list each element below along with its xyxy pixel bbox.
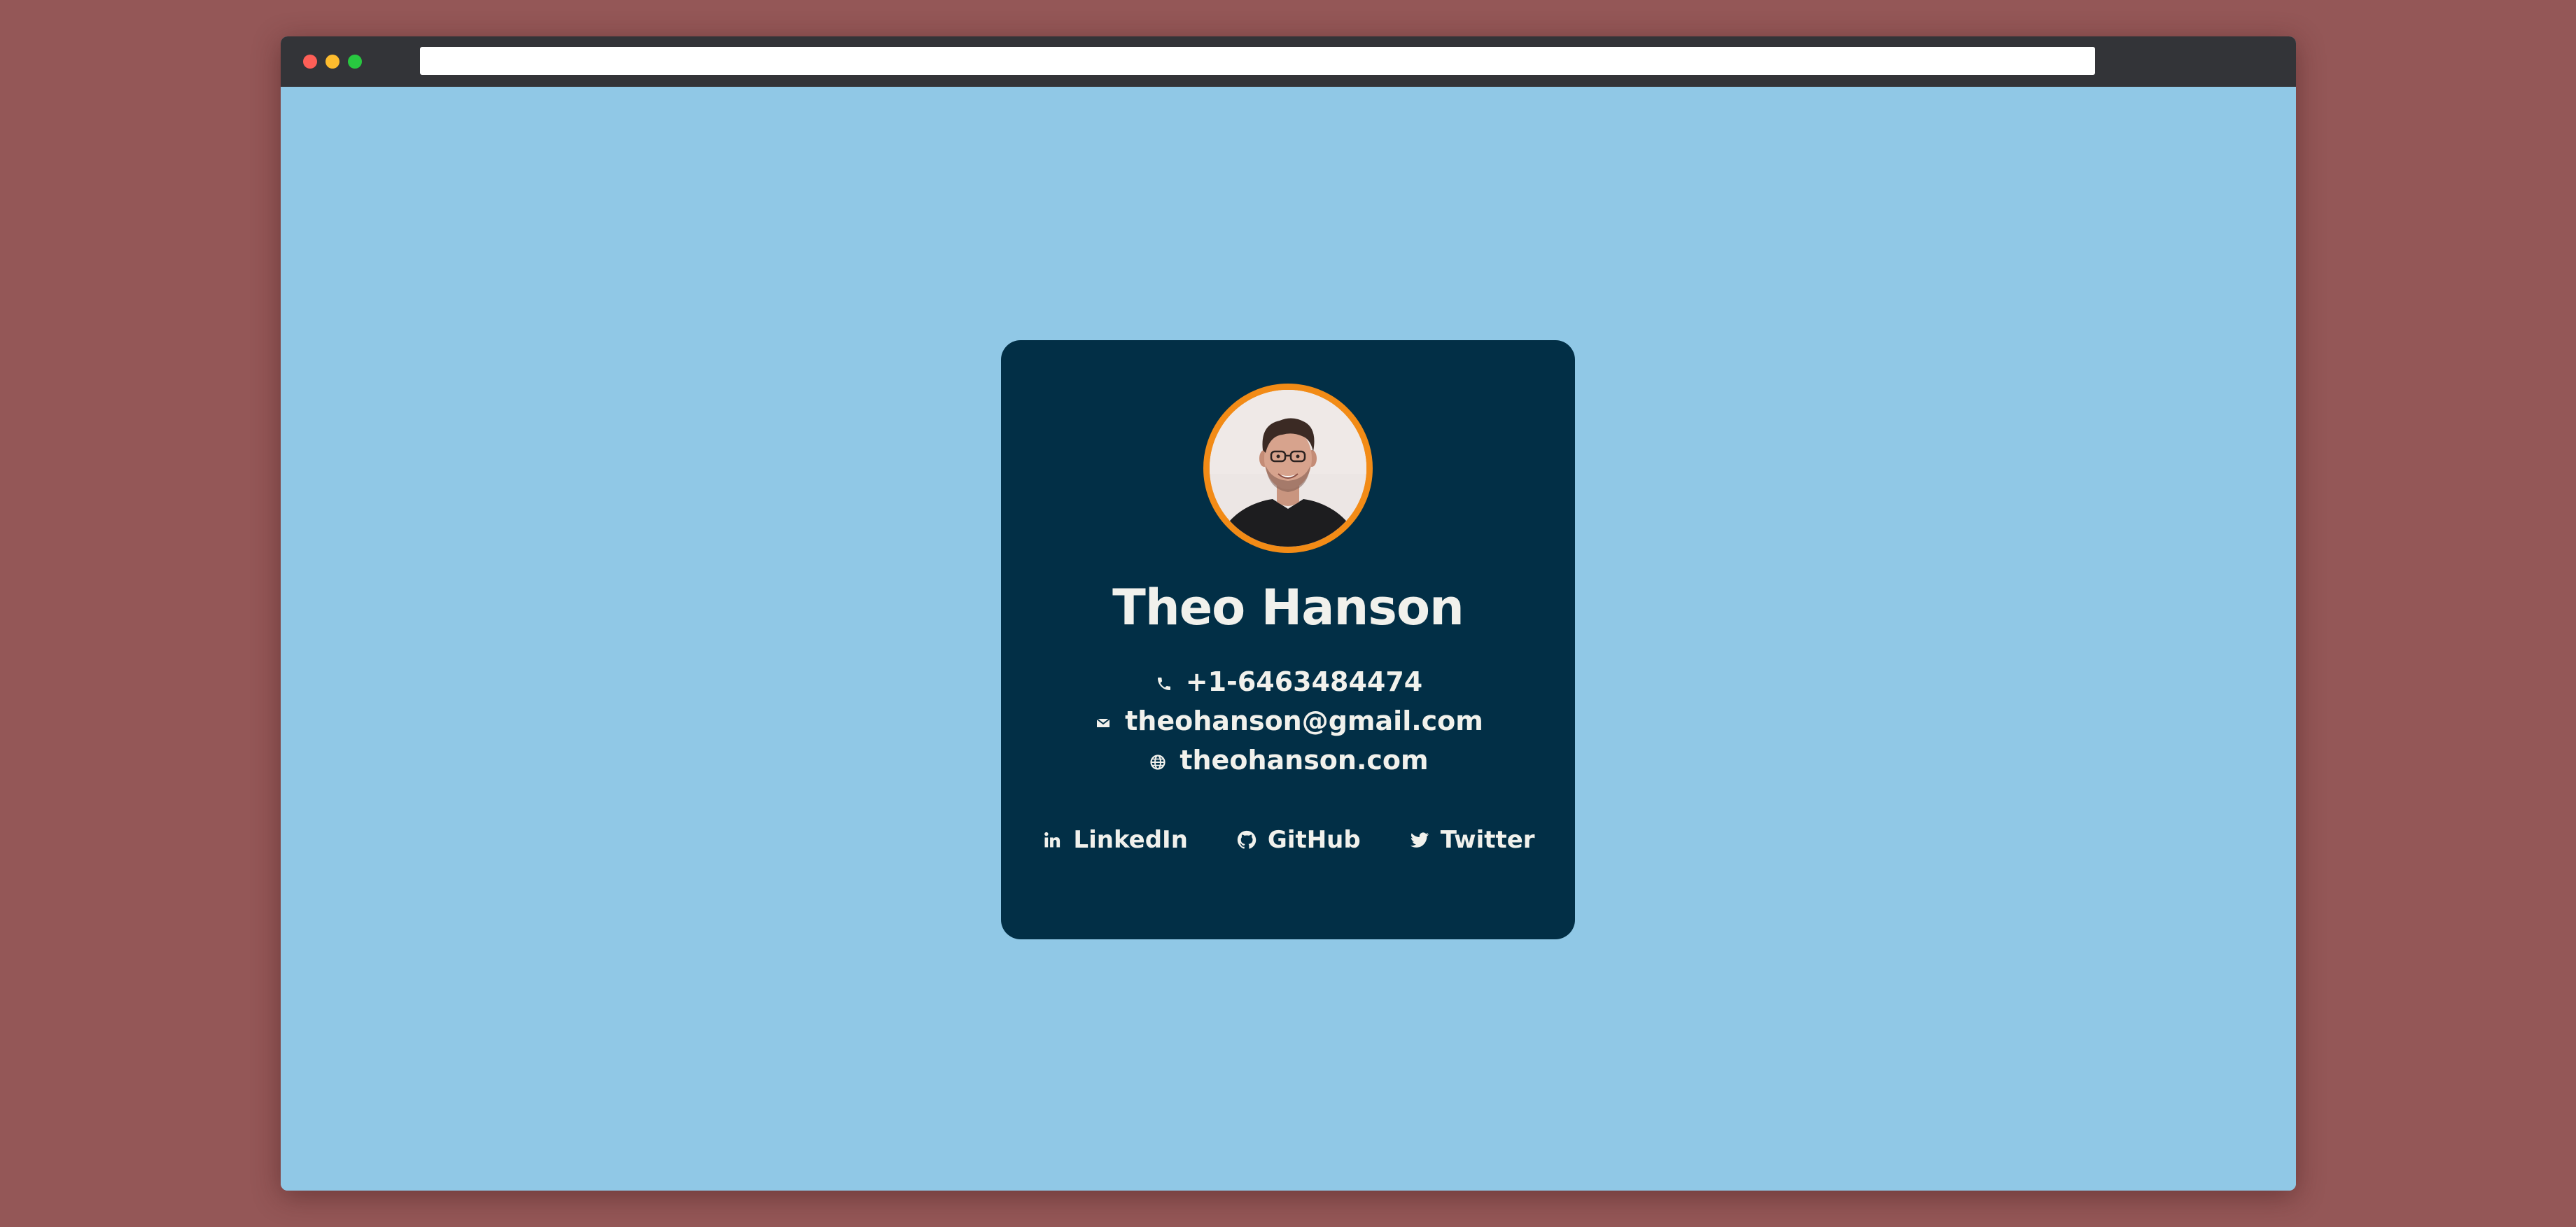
globe-icon: [1147, 752, 1168, 773]
phone-icon: [1154, 673, 1175, 694]
address-bar[interactable]: [420, 47, 2095, 75]
window-maximize-button[interactable]: [348, 55, 362, 69]
linkedin-link[interactable]: LinkedIn: [1041, 826, 1188, 854]
page-viewport: Theo Hanson +1-6463484474 theohanson@gma…: [281, 87, 2296, 1191]
avatar: [1203, 384, 1373, 553]
contact-email: theohanson@gmail.com: [1001, 701, 1575, 741]
github-label: GitHub: [1267, 826, 1361, 854]
contact-list: +1-6463484474 theohanson@gmail.com theoh…: [1001, 662, 1575, 780]
github-icon: [1236, 829, 1258, 851]
twitter-icon: [1408, 829, 1431, 851]
linkedin-icon: [1041, 829, 1063, 851]
email-link[interactable]: theohanson@gmail.com: [1125, 706, 1483, 736]
profile-card: Theo Hanson +1-6463484474 theohanson@gma…: [1001, 340, 1575, 939]
linkedin-label: LinkedIn: [1073, 826, 1188, 854]
profile-photo: [1210, 390, 1366, 547]
contact-phone: +1-6463484474: [1001, 662, 1575, 701]
social-links: LinkedIn GitHub Twitter: [1001, 819, 1575, 861]
browser-window: Theo Hanson +1-6463484474 theohanson@gma…: [281, 36, 2296, 1191]
twitter-label: Twitter: [1440, 826, 1535, 854]
window-close-button[interactable]: [303, 55, 317, 69]
mail-icon: [1093, 713, 1114, 734]
github-link[interactable]: GitHub: [1236, 826, 1361, 854]
twitter-link[interactable]: Twitter: [1408, 826, 1535, 854]
profile-name: Theo Hanson: [1112, 579, 1464, 636]
website-link[interactable]: theohanson.com: [1180, 745, 1428, 776]
contact-website: theohanson.com: [1001, 741, 1575, 780]
browser-title-bar: [281, 36, 2296, 87]
phone-link[interactable]: +1-6463484474: [1186, 666, 1422, 697]
window-minimize-button[interactable]: [326, 55, 340, 69]
